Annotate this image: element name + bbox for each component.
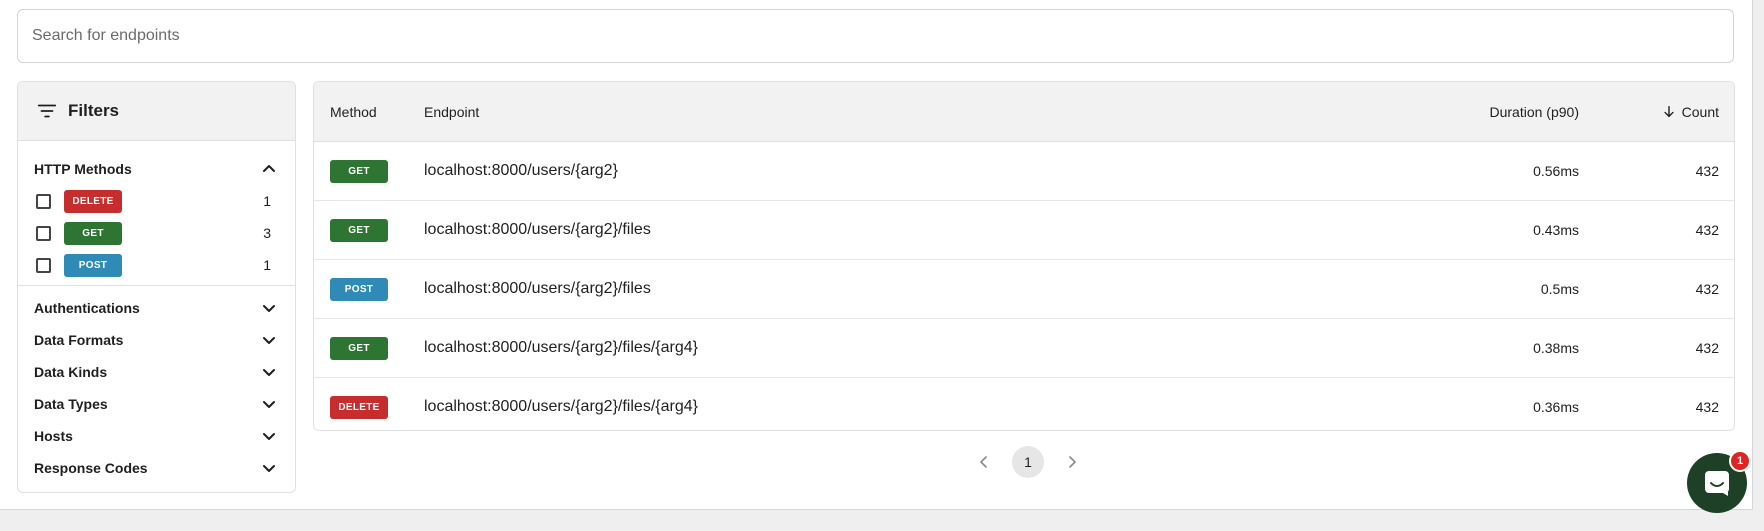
method-badge-delete: DELETE [330, 395, 388, 419]
endpoint-path: localhost:8000/users/{arg2}/files [424, 280, 651, 297]
endpoint-path: localhost:8000/users/{arg2} [424, 162, 618, 179]
method-badge-get: GET [330, 336, 388, 360]
method-checkbox-get[interactable] [36, 225, 51, 241]
filter-group-authentications[interactable]: Authentications [18, 292, 295, 324]
filter-icon [37, 104, 57, 118]
filter-group-label: Data Kinds [34, 364, 108, 380]
filter-group-label: Authentications [34, 300, 140, 316]
filter-group-http-methods[interactable]: HTTP Methods [18, 153, 295, 185]
method-checkbox-post[interactable] [36, 257, 51, 273]
duration-value: 0.36ms [1533, 399, 1579, 415]
method-badge-post: POST [330, 277, 388, 301]
chevron-down-icon [263, 465, 275, 472]
chevron-down-icon [263, 369, 275, 376]
page-number-button[interactable]: 1 [1012, 446, 1044, 478]
page: Filters HTTP Methods DELETE 1 GET 3 POST… [0, 0, 1753, 510]
table-row[interactable]: DELETE localhost:8000/users/{arg2}/files… [314, 378, 1734, 430]
duration-value: 0.56ms [1533, 163, 1579, 179]
count-value: 432 [1695, 281, 1719, 297]
chevron-down-icon [263, 401, 275, 408]
filter-method-row: GET 3 [18, 217, 295, 249]
duration-value: 0.43ms [1533, 222, 1579, 238]
method-badge-get: GET [330, 218, 388, 242]
table-header: Method Endpoint Duration (p90) Count [314, 82, 1734, 142]
filter-group-label: Hosts [34, 428, 73, 444]
filters-panel: Filters HTTP Methods DELETE 1 GET 3 POST… [17, 81, 296, 493]
chevron-down-icon [263, 433, 275, 440]
chat-icon [1705, 471, 1729, 496]
method-count: 3 [263, 225, 271, 241]
search-input[interactable] [17, 9, 1734, 63]
unread-count-badge: 1 [1729, 450, 1751, 472]
column-header-method[interactable]: Method [330, 82, 377, 141]
column-header-count-label: Count [1681, 103, 1719, 120]
chevron-up-icon [263, 165, 275, 172]
filter-group-label: Data Formats [34, 332, 124, 348]
column-header-endpoint[interactable]: Endpoint [424, 82, 479, 141]
filter-method-row: POST 1 [18, 249, 295, 281]
method-badge-get: GET [64, 221, 122, 245]
count-value: 432 [1695, 340, 1719, 356]
column-header-count[interactable]: Count [1662, 82, 1719, 141]
pagination: 1 [976, 446, 1080, 478]
count-value: 432 [1695, 163, 1719, 179]
filters-title: Filters [68, 101, 120, 120]
divider [18, 285, 295, 286]
filter-group-label: Data Types [34, 396, 108, 412]
filter-group-data-kinds[interactable]: Data Kinds [18, 356, 295, 388]
method-badge-post: POST [64, 253, 122, 277]
filter-group-hosts[interactable]: Hosts [18, 420, 295, 452]
chevron-down-icon [263, 337, 275, 344]
filter-group-data-formats[interactable]: Data Formats [18, 324, 295, 356]
endpoint-path: localhost:8000/users/{arg2}/files/{arg4} [424, 398, 698, 415]
count-value: 432 [1695, 399, 1719, 415]
filter-method-row: DELETE 1 [18, 185, 295, 217]
method-checkbox-delete[interactable] [36, 193, 51, 209]
table-row[interactable]: GET localhost:8000/users/{arg2}/files 0.… [314, 201, 1734, 260]
column-header-duration[interactable]: Duration (p90) [1490, 82, 1580, 141]
method-badge-delete: DELETE [64, 189, 122, 213]
chevron-right-icon[interactable] [1064, 454, 1080, 470]
duration-value: 0.38ms [1533, 340, 1579, 356]
chevron-down-icon [263, 305, 275, 312]
filters-header: Filters [18, 82, 295, 141]
method-count: 1 [263, 193, 271, 209]
filter-group-label: HTTP Methods [34, 161, 132, 177]
method-count: 1 [263, 257, 271, 273]
table-row[interactable]: GET localhost:8000/users/{arg2}/files/{a… [314, 319, 1734, 378]
table-row[interactable]: GET localhost:8000/users/{arg2} 0.56ms 4… [314, 142, 1734, 201]
chevron-left-icon[interactable] [976, 454, 992, 470]
count-value: 432 [1695, 222, 1719, 238]
endpoint-path: localhost:8000/users/{arg2}/files/{arg4} [424, 339, 698, 356]
method-badge-get: GET [330, 159, 388, 183]
duration-value: 0.5ms [1540, 281, 1579, 297]
endpoints-table: Method Endpoint Duration (p90) Count GET… [313, 81, 1735, 431]
arrow-down-icon [1664, 105, 1674, 117]
endpoint-path: localhost:8000/users/{arg2}/files [424, 221, 651, 238]
filter-group-response-codes[interactable]: Response Codes [18, 452, 295, 484]
filter-group-data-types[interactable]: Data Types [18, 388, 295, 420]
table-row[interactable]: POST localhost:8000/users/{arg2}/files 0… [314, 260, 1734, 319]
filter-group-label: Response Codes [34, 460, 148, 476]
